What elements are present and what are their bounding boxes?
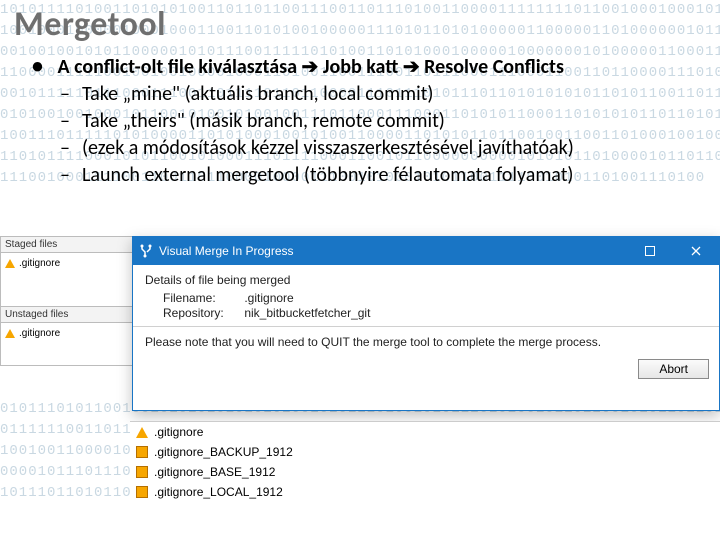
unstaged-file-row[interactable]: .gitignore	[1, 323, 139, 343]
merge-icon	[139, 244, 153, 258]
sub-item: Take „mine" (aktuális branch, local comm…	[60, 81, 702, 108]
sub-item: Launch external mergetool (többnyire fél…	[60, 162, 702, 189]
dialog-group-title: Details of file being merged	[145, 273, 707, 287]
merge-dialog: Visual Merge In Progress Details of file…	[132, 236, 720, 411]
divider	[133, 326, 719, 327]
close-icon	[691, 246, 701, 256]
dialog-titlebar[interactable]: Visual Merge In Progress	[133, 237, 719, 265]
filename-row: Filename: .gitignore	[145, 291, 707, 305]
file-warning-icon	[136, 486, 148, 498]
dialog-note: Please note that you will need to QUIT t…	[133, 335, 719, 355]
unstaged-files-header: Unstaged files	[1, 307, 139, 323]
maximize-icon	[645, 246, 655, 256]
sub-item: (ezek a módosítások kézzel visszaszerkes…	[60, 135, 702, 162]
conflict-file-list: .gitignore .gitignore_BACKUP_1912 .gitig…	[130, 421, 720, 502]
arrow-icon: ➔	[302, 56, 319, 78]
warning-icon	[5, 259, 15, 268]
warning-icon	[136, 427, 148, 438]
maximize-button[interactable]	[627, 237, 673, 265]
close-button[interactable]	[673, 237, 719, 265]
repository-row: Repository: nik_bitbucketfetcher_git	[145, 306, 707, 320]
conflict-row[interactable]: .gitignore_BACKUP_1912	[130, 442, 720, 462]
file-warning-icon	[136, 446, 148, 458]
dialog-title: Visual Merge In Progress	[159, 244, 294, 258]
file-warning-icon	[136, 466, 148, 478]
sub-item: Take „theirs" (másik branch, remote comm…	[60, 108, 702, 135]
unstaged-files-panel: Unstaged files .gitignore	[0, 306, 140, 366]
staged-file-row[interactable]: .gitignore	[1, 253, 139, 273]
slide-title: Mergetool	[0, 0, 720, 45]
abort-button[interactable]: Abort	[638, 359, 709, 379]
conflict-row[interactable]: .gitignore_BASE_1912	[130, 462, 720, 482]
staged-files-header: Staged files	[1, 237, 139, 253]
conflict-row[interactable]: .gitignore	[130, 421, 720, 442]
conflict-row[interactable]: .gitignore_LOCAL_1912	[130, 482, 720, 502]
warning-icon	[5, 329, 15, 338]
screenshot-composite: Staged files .gitignore Unstaged files .…	[0, 236, 720, 536]
slide-content: A conflict-olt file kiválasztása ➔ Jobb …	[0, 45, 720, 189]
arrow-icon: ➔	[403, 56, 420, 78]
main-bullet: A conflict-olt file kiválasztása ➔ Jobb …	[32, 51, 702, 81]
